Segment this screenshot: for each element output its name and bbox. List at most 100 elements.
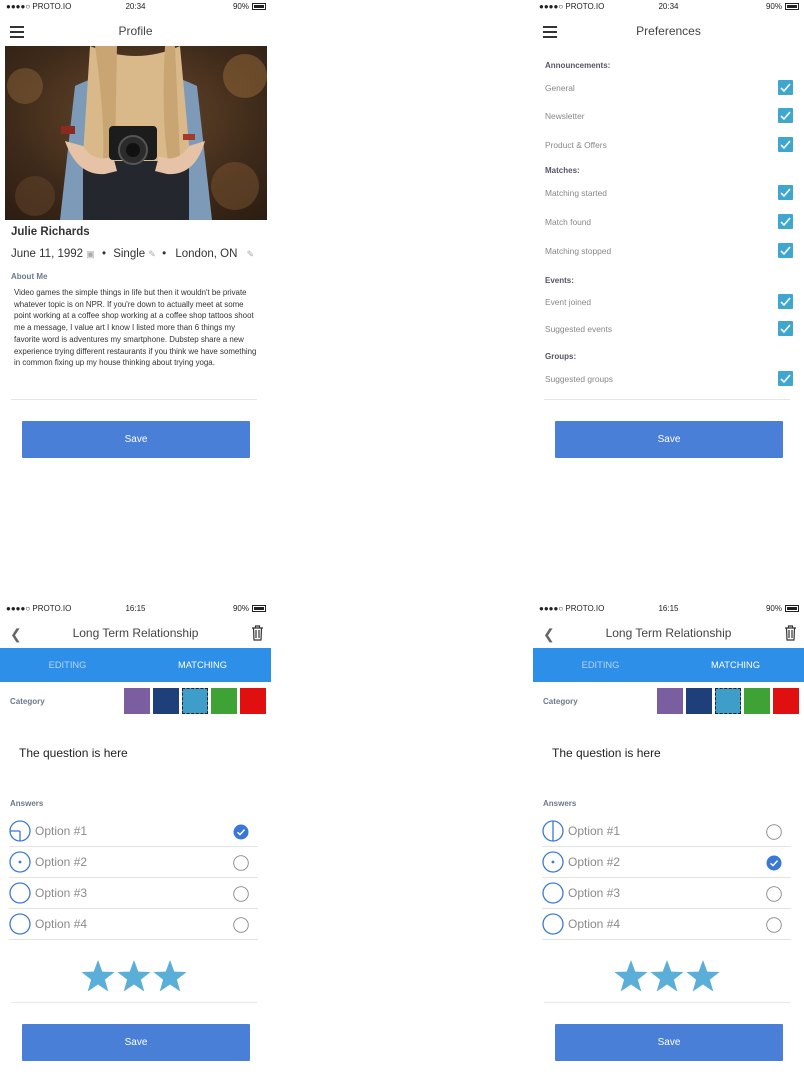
category-swatch-red[interactable]: [240, 688, 266, 714]
answer-option-1[interactable]: Option #1: [542, 816, 791, 847]
checkbox-checked[interactable]: [778, 108, 793, 123]
pref-label: Suggested events: [545, 324, 613, 334]
edit-location-icon[interactable]: ✎: [247, 249, 255, 260]
battery-icon: [785, 3, 799, 10]
about-text[interactable]: Video games the simple things in life bu…: [14, 287, 260, 369]
radio-checked[interactable]: [233, 824, 249, 840]
pref-product-offers[interactable]: Product & Offers: [545, 137, 793, 153]
answer-option-3[interactable]: Option #3: [542, 878, 791, 909]
trash-icon[interactable]: [251, 625, 264, 641]
save-button[interactable]: Save: [555, 1024, 783, 1061]
battery-icon: [252, 605, 266, 612]
edit-status-icon[interactable]: ✎: [148, 249, 156, 260]
tab-matching[interactable]: MATCHING: [668, 648, 803, 682]
pref-newsletter[interactable]: Newsletter: [545, 108, 793, 124]
pref-matching-stopped[interactable]: Matching stopped: [545, 243, 793, 259]
circle-icon: [9, 913, 31, 935]
answer-option-4[interactable]: Option #4: [542, 909, 791, 940]
star-icon: [153, 960, 187, 992]
about-heading: About Me: [11, 272, 48, 281]
save-button[interactable]: Save: [555, 421, 783, 458]
category-swatch-purple[interactable]: [124, 688, 150, 714]
answer-option-3[interactable]: Option #3: [9, 878, 258, 909]
answer-option-4[interactable]: Option #4: [9, 909, 258, 940]
trash-icon[interactable]: [784, 625, 797, 641]
category-swatch-blue-selected[interactable]: [182, 688, 208, 714]
answer-option-1[interactable]: Option #1: [9, 816, 258, 847]
checkbox-checked[interactable]: [778, 243, 793, 258]
divider: [544, 399, 790, 400]
pref-label: Match found: [545, 217, 592, 227]
star-icon: [81, 960, 115, 992]
radio-unchecked[interactable]: [766, 886, 782, 902]
pref-match-found[interactable]: Match found: [545, 214, 793, 230]
pref-label: Matching stopped: [545, 246, 612, 256]
tab-bar: EDITING MATCHING: [533, 648, 804, 682]
category-label: Category: [543, 697, 578, 706]
divider: [11, 1002, 257, 1003]
radio-unchecked[interactable]: [233, 855, 249, 871]
save-button[interactable]: Save: [22, 1024, 250, 1061]
star-icon: [117, 960, 151, 992]
checkbox-checked[interactable]: [778, 214, 793, 229]
category-swatch-purple[interactable]: [657, 688, 683, 714]
category-swatch-blue-selected[interactable]: [715, 688, 741, 714]
importance-stars[interactable]: [613, 959, 723, 995]
category-swatch-green[interactable]: [744, 688, 770, 714]
status-bar: ●●●●○ PROTO.IO 16:15 90%: [0, 602, 271, 616]
pref-suggested-groups[interactable]: Suggested groups: [545, 371, 793, 387]
category-swatch-red[interactable]: [773, 688, 799, 714]
section-matches: Matches:: [545, 166, 580, 175]
battery-icon: [785, 605, 799, 612]
option-label: Option #4: [568, 917, 621, 931]
tab-editing[interactable]: EDITING: [0, 648, 135, 682]
status-bar: ●●●●○ PROTO.IO 20:34 90%: [533, 0, 804, 14]
page-title: Preferences: [636, 24, 701, 38]
calendar-icon[interactable]: ▣: [86, 249, 95, 260]
circle-icon: [542, 882, 564, 904]
answers-label: Answers: [543, 799, 577, 808]
radio-unchecked[interactable]: [766, 824, 782, 840]
option-label: Option #2: [35, 855, 88, 869]
answers-label: Answers: [10, 799, 44, 808]
pref-matching-started[interactable]: Matching started: [545, 185, 793, 201]
checkbox-checked[interactable]: [778, 137, 793, 152]
radio-unchecked[interactable]: [233, 886, 249, 902]
pref-general[interactable]: General: [545, 80, 793, 96]
tab-matching[interactable]: MATCHING: [135, 648, 270, 682]
save-button[interactable]: Save: [22, 421, 250, 458]
page-title: Long Term Relationship: [605, 626, 732, 640]
page-title: Profile: [118, 24, 153, 38]
tab-editing[interactable]: EDITING: [533, 648, 668, 682]
clock: 20:34: [658, 2, 679, 11]
half-circle-icon: [542, 820, 564, 842]
pref-label: Product & Offers: [545, 140, 607, 150]
answer-option-2[interactable]: Option #2: [542, 847, 791, 878]
clock: 20:34: [125, 2, 146, 11]
category-swatch-navy[interactable]: [686, 688, 712, 714]
checkbox-checked[interactable]: [778, 294, 793, 309]
radio-checked[interactable]: [766, 855, 782, 871]
importance-stars[interactable]: [80, 959, 190, 995]
option-label: Option #2: [568, 855, 621, 869]
pref-suggested-events[interactable]: Suggested events: [545, 321, 793, 337]
category-swatch-green[interactable]: [211, 688, 237, 714]
battery-percent: 90%: [232, 604, 249, 613]
section-announcements: Announcements:: [545, 61, 611, 70]
radio-unchecked[interactable]: [766, 917, 782, 933]
category-label: Category: [10, 697, 45, 706]
checkbox-checked[interactable]: [778, 371, 793, 386]
radio-unchecked[interactable]: [233, 917, 249, 933]
question-text: The question is here: [552, 746, 661, 760]
quarter-pie-icon: [9, 820, 31, 842]
section-events: Events:: [545, 276, 574, 285]
checkbox-checked[interactable]: [778, 80, 793, 95]
category-swatch-navy[interactable]: [153, 688, 179, 714]
pref-label: General: [545, 83, 575, 93]
checkbox-checked[interactable]: [778, 321, 793, 336]
relationship-screen-b: ●●●●○ PROTO.IO 16:15 90% ❮ Long Term Rel…: [533, 602, 804, 1077]
pref-event-joined[interactable]: Event joined: [545, 294, 793, 310]
checkbox-checked[interactable]: [778, 185, 793, 200]
answer-option-2[interactable]: Option #2: [9, 847, 258, 878]
battery-icon: [252, 3, 266, 10]
